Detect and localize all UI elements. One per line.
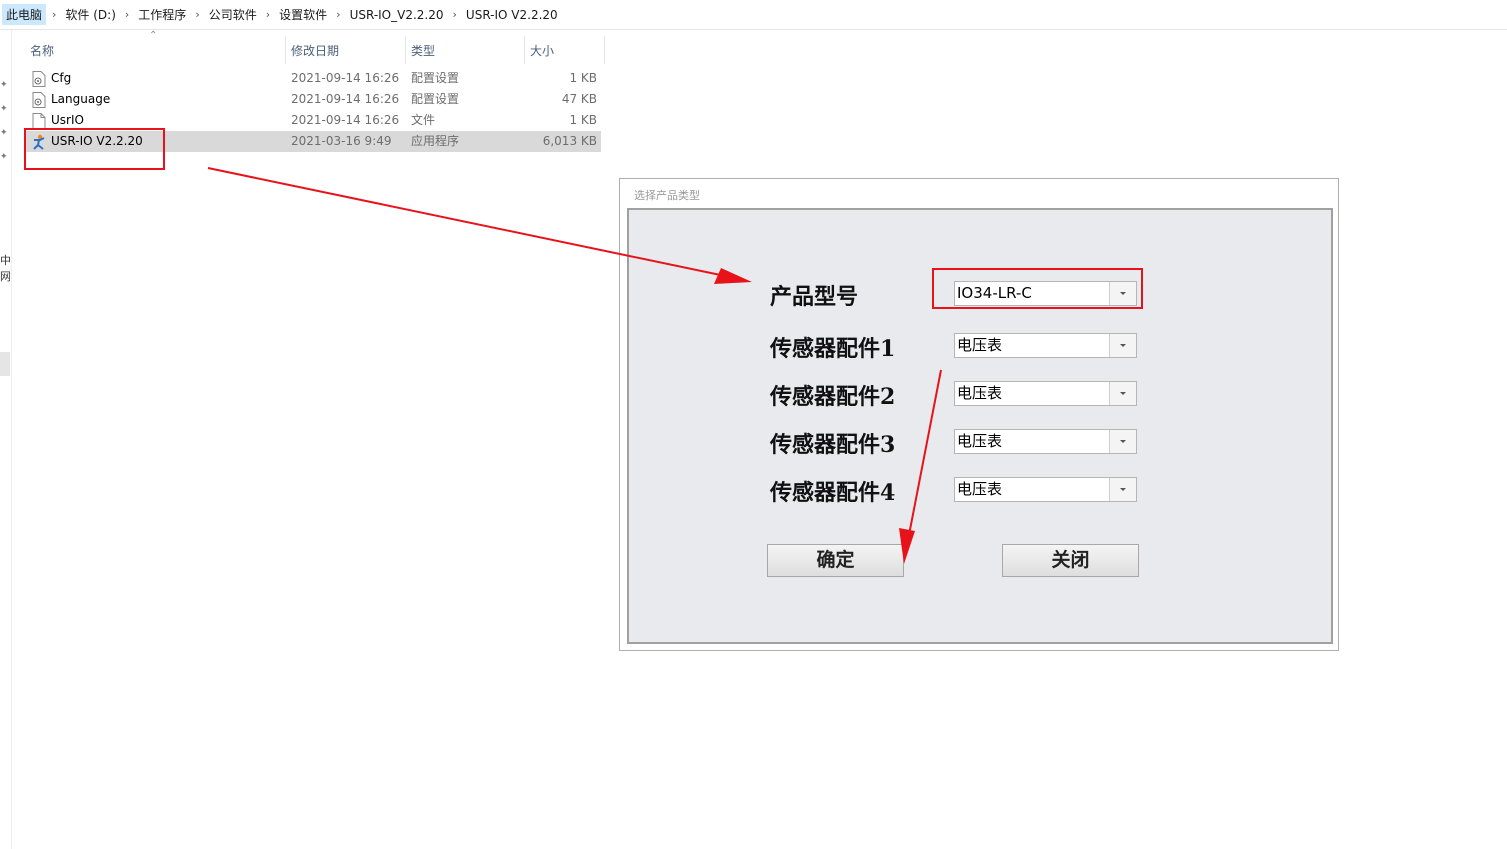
pin-icon[interactable]: ✦ (0, 152, 8, 162)
config-file-icon (32, 92, 46, 108)
blank-file-icon (32, 113, 46, 129)
chevron-right-icon[interactable]: › (119, 8, 135, 21)
column-divider[interactable] (604, 36, 605, 64)
file-size: 1 KB (569, 71, 597, 85)
file-name: Cfg (51, 71, 72, 85)
pin-icon[interactable]: ✦ (0, 80, 8, 90)
close-button[interactable]: 关闭 (1002, 544, 1139, 577)
pin-icon[interactable]: ✦ (0, 128, 8, 138)
breadcrumb-usr-io-folder[interactable]: USR-IO_V2.2.20 (347, 8, 447, 22)
dropdown-arrow-icon[interactable] (1109, 334, 1136, 357)
dropdown-arrow-icon[interactable] (1109, 382, 1136, 405)
file-size: 47 KB (561, 92, 597, 106)
chevron-right-icon[interactable]: › (447, 8, 463, 21)
file-size: 1 KB (569, 113, 597, 127)
address-bar[interactable]: 此电脑 › 软件 (D:) › 工作程序 › 公司软件 › 设置软件 › USR… (0, 0, 1507, 30)
chevron-right-icon[interactable]: › (189, 8, 205, 21)
sensor-accessory-2-select[interactable]: 电压表 (954, 381, 1137, 406)
column-header-type[interactable]: 类型 (411, 38, 435, 62)
sensor-accessory-3-value: 电压表 (957, 432, 1003, 450)
sensor-accessory-2-value: 电压表 (957, 384, 1003, 402)
config-file-icon (32, 71, 46, 87)
select-product-type-dialog: 选择产品类型 (619, 178, 1339, 651)
file-type: 文件 (411, 113, 436, 127)
breadcrumb-setup-software[interactable]: 设置软件 (276, 6, 330, 23)
chevron-right-icon[interactable]: › (330, 8, 346, 21)
breadcrumb-usr-io-subfolder[interactable]: USR-IO V2.2.20 (463, 8, 561, 22)
dropdown-arrow-icon[interactable] (1109, 430, 1136, 453)
sensor-accessory-3-select[interactable]: 电压表 (954, 429, 1137, 454)
breadcrumb-work-programs[interactable]: 工作程序 (135, 6, 189, 23)
sensor-accessory-1-select[interactable]: 电压表 (954, 333, 1137, 358)
confirm-button[interactable]: 确定 (767, 544, 904, 577)
sensor-accessory-4-select[interactable]: 电压表 (954, 477, 1137, 502)
chevron-right-icon[interactable]: › (46, 8, 62, 21)
file-name: Language (51, 92, 111, 106)
column-header-date[interactable]: 修改日期 (291, 38, 339, 62)
breadcrumb-drive-d[interactable]: 软件 (D:) (62, 6, 118, 23)
column-divider[interactable] (285, 36, 286, 64)
annotation-highlight-box (24, 128, 165, 170)
pin-icon[interactable]: ✦ (0, 104, 8, 114)
nav-item-label[interactable]: 中网 (0, 252, 10, 284)
product-model-label: 产品型号 (770, 284, 859, 310)
sensor-accessory-1-label: 传感器配件1 (770, 336, 896, 362)
file-type: 配置设置 (411, 92, 460, 106)
annotation-highlight-box (932, 268, 1143, 309)
breadcrumb-this-pc[interactable]: 此电脑 (2, 4, 47, 25)
sort-ascending-icon: ⌃ (149, 30, 158, 41)
column-divider[interactable] (405, 36, 406, 64)
navigation-pane: ✦ ✦ ✦ ✦ 中网 (0, 30, 12, 849)
nav-selected-item[interactable] (0, 352, 10, 376)
dropdown-arrow-icon[interactable] (1109, 478, 1136, 501)
column-header-name[interactable]: 名称 (30, 38, 54, 62)
sensor-accessory-4-label: 传感器配件4 (770, 480, 896, 506)
file-date: 2021-03-16 9:49 (291, 134, 392, 148)
column-divider[interactable] (524, 36, 525, 64)
file-date: 2021-09-14 16:26 (291, 71, 400, 85)
file-type: 应用程序 (411, 134, 460, 148)
column-header-size[interactable]: 大小 (530, 38, 554, 62)
sensor-accessory-3-label: 传感器配件3 (770, 432, 896, 458)
dialog-title: 选择产品类型 (634, 189, 700, 202)
file-type: 配置设置 (411, 71, 460, 85)
sensor-accessory-2-label: 传感器配件2 (770, 384, 896, 410)
file-row-cfg[interactable]: Cfg 2021-09-14 16:26 配置设置 1 KB (24, 68, 601, 89)
chevron-right-icon[interactable]: › (260, 8, 276, 21)
file-date: 2021-09-14 16:26 (291, 113, 400, 127)
file-size: 6,013 KB (542, 134, 597, 148)
sensor-accessory-1-value: 电压表 (957, 336, 1003, 354)
file-row-language[interactable]: Language 2021-09-14 16:26 配置设置 47 KB (24, 89, 601, 110)
file-date: 2021-09-14 16:26 (291, 92, 400, 106)
sensor-accessory-4-value: 电压表 (957, 480, 1003, 498)
breadcrumb-company-software[interactable]: 公司软件 (206, 6, 260, 23)
